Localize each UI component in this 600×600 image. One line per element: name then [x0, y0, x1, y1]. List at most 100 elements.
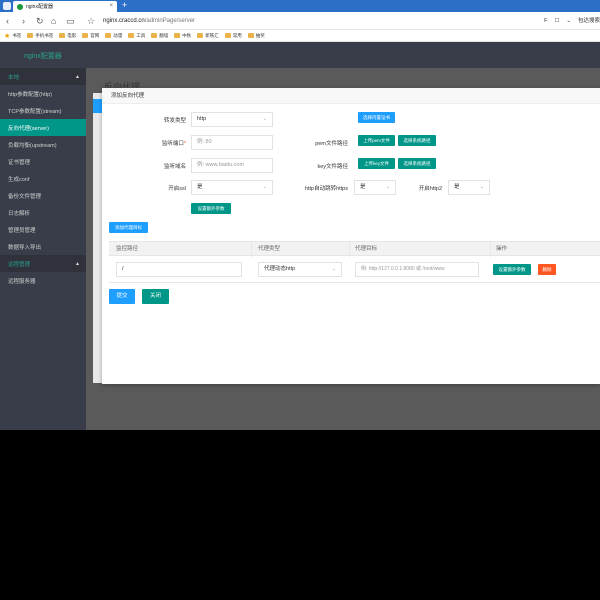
column-header: 代理类型	[258, 246, 281, 252]
toolbar-item[interactable]: F	[544, 15, 547, 27]
bookmark-item[interactable]: 常用	[224, 33, 242, 39]
sidebar-item-admin[interactable]: 管理员管理	[0, 221, 86, 238]
path-input[interactable]: /	[116, 262, 242, 277]
bookmark-item[interactable]: 工具	[128, 33, 145, 39]
sidebar-item-cert[interactable]: 证书管理	[0, 153, 86, 170]
sidebar-item-server[interactable]: 反向代理(server)	[0, 119, 86, 136]
sidebar-item-tcp[interactable]: TCP参数配置(stream)	[0, 102, 86, 119]
sidebar-item-backup[interactable]: 备份文件管理	[0, 187, 86, 204]
reader-icon[interactable]: ▭	[66, 15, 75, 27]
select-key-path-button[interactable]: 选择系统路径	[398, 158, 436, 169]
listen-port-label: 监听端口*	[132, 139, 186, 147]
app-logo[interactable]: nginx配置器	[24, 51, 62, 61]
http2-select[interactable]: 是 ⌄	[448, 180, 490, 195]
toolbar-item[interactable]: ⌄	[566, 15, 571, 27]
browser-menu-icon[interactable]	[3, 2, 11, 10]
pem-path-label: pem文件路径	[315, 141, 348, 147]
forward-type-select[interactable]: http ⌄	[191, 112, 273, 127]
ssl-value: 是	[197, 184, 203, 190]
bookmark-star-icon[interactable]: ☆	[87, 15, 95, 27]
bookmark-label: 手机书签	[35, 32, 54, 38]
sidebar-group-remote[interactable]: 远程管理 ▲	[0, 255, 86, 272]
extra-params-button[interactable]: 设置额外参数	[191, 203, 231, 214]
sidebar-item-conf[interactable]: 生成conf	[0, 170, 86, 187]
delete-row-button[interactable]: 删除	[538, 264, 556, 275]
browser-tab-bar: nginx配置器 × +	[0, 0, 600, 12]
bookmark-item[interactable]: 电影	[59, 33, 76, 39]
url-host: nginx.craccd.cn	[103, 18, 145, 24]
select-pem-path-button[interactable]: 选择系统路径	[398, 135, 436, 146]
ssl-select[interactable]: 是 ⌄	[191, 180, 273, 195]
bookmark-item[interactable]: 动漫	[105, 33, 122, 39]
bookmark-item[interactable]: 官网	[82, 33, 99, 39]
sidebar-item-label: 反向代理(server)	[8, 125, 49, 132]
required-mark: *	[183, 141, 186, 147]
proxy-target-input[interactable]: 例: http://127.0.0.1:8080 或 /root/www	[355, 262, 479, 277]
tab-favicon-icon	[17, 3, 23, 10]
listen-port-input[interactable]: 例: 80	[191, 135, 273, 150]
bookmark-item[interactable]: 抽奖	[247, 33, 265, 39]
sidebar-item-label: http参数配置(http)	[8, 91, 53, 98]
back-icon[interactable]: ‹	[6, 15, 9, 27]
column-divider	[251, 242, 252, 257]
chevron-down-icon: ⌄	[479, 184, 484, 190]
bookmark-label: 动漫	[113, 32, 123, 38]
sidebar-item-import-export[interactable]: 数据导入导出	[0, 238, 86, 255]
bookmark-label: 书签	[12, 32, 22, 38]
sidebar: 本地 ▲ http参数配置(http) TCP参数配置(stream) 反向代理…	[0, 68, 86, 430]
url-path: /adminPage/server	[144, 18, 196, 24]
bookmark-item[interactable]: 中秋	[174, 33, 191, 39]
close-button[interactable]: 关闭	[142, 289, 169, 304]
sidebar-item-http[interactable]: http参数配置(http)	[0, 85, 86, 102]
select-cert-button[interactable]: 选择内置证书	[358, 112, 395, 123]
reload-icon[interactable]: ↻	[36, 15, 44, 27]
bookmark-label: 工具	[136, 32, 146, 38]
table-row: / 代理动态http ⌄ 例: http://127.0.0.1:8080 或 …	[109, 256, 600, 283]
home-icon[interactable]: ⌂	[51, 15, 56, 27]
submit-button[interactable]: 提交	[109, 289, 135, 304]
new-tab-icon[interactable]: +	[122, 0, 127, 11]
folder-icon	[224, 33, 231, 38]
browser-tab[interactable]: nginx配置器 ×	[13, 1, 117, 12]
sidebar-item-label: TCP参数配置(stream)	[8, 108, 62, 115]
star-icon: ★	[4, 32, 11, 40]
bookmark-item[interactable]: 新铁汇	[197, 33, 219, 39]
forward-icon[interactable]: ›	[22, 15, 25, 27]
row-extra-params-button[interactable]: 设置额外参数	[493, 264, 531, 275]
folder-icon	[105, 33, 112, 38]
sidebar-group-label: 本地	[8, 74, 20, 81]
app-header: nginx配置器	[0, 42, 600, 68]
sidebar-item-remote-server[interactable]: 远程服务器	[0, 272, 86, 289]
bookmark-item[interactable]: 手机书签	[27, 33, 53, 39]
bookmark-label: 电影	[67, 32, 77, 38]
http2-label: 开启http2	[418, 186, 442, 192]
forward-type-label: 转发类型	[163, 118, 186, 124]
https-redirect-select[interactable]: 是 ⌄	[354, 180, 396, 195]
sidebar-item-upstream[interactable]: 负载均衡(upstream)	[0, 136, 86, 153]
bookmarks-bar: ★ 书签 手机书签 电影 官网 动漫 工具 翻墙 中秋 新铁汇 常用 抽奖	[0, 30, 600, 42]
sidebar-group-label: 远程管理	[8, 261, 31, 268]
column-divider	[490, 242, 491, 257]
domain-input[interactable]: 例: www.baidu.com	[191, 158, 273, 173]
upload-key-button[interactable]: 上传key文件	[358, 158, 395, 169]
domain-label: 监听域名	[163, 164, 186, 170]
bookmark-item[interactable]: ★ 书签	[4, 32, 21, 40]
column-header: 操作	[496, 246, 508, 252]
sidebar-group-local[interactable]: 本地 ▲	[0, 68, 86, 85]
tab-close-icon[interactable]: ×	[109, 3, 113, 9]
sidebar-item-label: 数据导入导出	[8, 244, 42, 251]
tab-title: nginx配置器	[26, 4, 53, 10]
proxy-type-select[interactable]: 代理动态http ⌄	[258, 262, 342, 277]
sidebar-item-label: 备份文件管理	[8, 193, 42, 200]
ssl-label: 开启ssl	[168, 186, 186, 192]
url-field[interactable]: nginx.craccd.cn/adminPage/server	[103, 15, 195, 27]
sidebar-item-log[interactable]: 日志解析	[0, 204, 86, 221]
upload-pem-button[interactable]: 上传pem文件	[358, 135, 395, 146]
add-target-button[interactable]: 添加代理目标	[109, 222, 148, 233]
bookmark-label: 新铁汇	[205, 32, 219, 38]
caret-up-icon: ▲	[75, 260, 80, 267]
dialog-title: 添加反向代理	[102, 88, 600, 104]
search-engine-label[interactable]: 包达搜索	[578, 15, 600, 27]
toolbar-item[interactable]: ☐	[554, 15, 559, 27]
bookmark-item[interactable]: 翻墙	[151, 33, 168, 39]
